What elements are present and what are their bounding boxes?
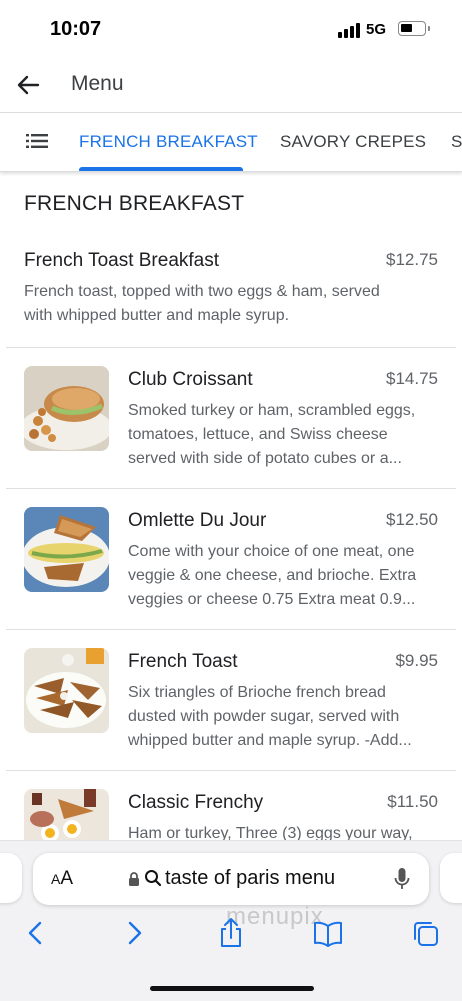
description-line: French toast, topped with two eggs & ham… <box>24 283 380 300</box>
description-line: Ham or turkey, Three (3) eggs your way, <box>128 825 413 840</box>
item-price: $12.50 <box>386 510 438 529</box>
search-icon <box>145 870 162 887</box>
menu-item[interactable]: Omlette Du Jour $12.50 Come with your ch… <box>0 489 462 629</box>
status-bar: 10:07 5G <box>0 0 462 60</box>
section-title: FRENCH BREAKFAST <box>24 192 245 215</box>
forward-chevron-icon[interactable] <box>120 917 150 949</box>
category-tabs: FRENCH BREAKFAST SAVORY CREPES SW <box>0 112 462 172</box>
croissant-sandwich-photo <box>24 366 109 451</box>
menu-item[interactable]: Classic Frenchy $11.50 Ham or turkey, Th… <box>0 771 462 840</box>
description-line: Come with your choice of one meat, one <box>128 543 415 560</box>
item-name: Classic Frenchy <box>128 792 264 813</box>
microphone-icon[interactable] <box>393 867 411 891</box>
back-button[interactable] <box>14 70 44 100</box>
menu-item[interactable]: Club Croissant $14.75 Smoked turkey or h… <box>0 348 462 488</box>
item-name: French Toast <box>128 651 238 672</box>
address-bar[interactable]: AA taste of paris menu <box>33 853 429 905</box>
description-line: veggies or cheese 0.75 Extra meat 0.9... <box>128 591 416 608</box>
page-title: Menu <box>71 72 124 95</box>
item-description: Six triangles of Brioche french bread du… <box>128 681 438 753</box>
item-description: French toast, topped with two eggs & ham… <box>24 280 444 328</box>
description-line: veggie & one cheese, and brioche. Extra <box>128 567 417 584</box>
item-price: $11.50 <box>387 792 438 811</box>
battery-icon <box>398 21 426 36</box>
description-line: with whipped butter and maple syrup. <box>24 307 290 324</box>
previous-tab-pill[interactable] <box>0 853 22 903</box>
reader-settings-button[interactable]: AA <box>51 868 73 890</box>
menu-item[interactable]: French Toast $9.95 Six triangles of Brio… <box>0 630 462 770</box>
item-description: Smoked turkey or ham, scrambled eggs, to… <box>128 399 438 471</box>
app-header: Menu <box>0 60 462 112</box>
item-price: $9.95 <box>395 651 438 670</box>
bookmarks-icon[interactable] <box>313 917 343 949</box>
battery-tip <box>428 26 430 31</box>
description-line: dusted with powder sugar, served with <box>128 708 400 725</box>
item-description: Ham or turkey, Three (3) eggs your way, <box>128 822 438 840</box>
description-line: Smoked turkey or ham, scrambled eggs, <box>128 402 416 419</box>
back-chevron-icon[interactable] <box>22 917 52 949</box>
item-name: French Toast Breakfast <box>24 250 220 271</box>
share-icon[interactable] <box>216 917 246 949</box>
description-line: whipped butter and maple syrup. -Add... <box>128 732 412 749</box>
aa-small-letter: A <box>51 871 61 887</box>
tab-next-category[interactable]: SW <box>451 132 462 152</box>
description-line: Six triangles of Brioche french bread <box>128 684 386 701</box>
signal-icon <box>338 22 362 38</box>
item-name: Omlette Du Jour <box>128 510 267 531</box>
item-description: Come with your choice of one meat, one v… <box>128 540 438 612</box>
aa-big-letter: A <box>60 868 74 889</box>
home-indicator <box>150 986 314 991</box>
active-tab-indicator <box>79 167 243 171</box>
list-icon[interactable] <box>26 133 48 149</box>
item-price: $14.75 <box>386 369 438 388</box>
description-line: served with side of potato cubes or a... <box>128 450 402 467</box>
classic-frenchy-photo <box>24 789 109 840</box>
omelette-photo <box>24 507 109 592</box>
address-text: taste of paris menu <box>165 867 336 889</box>
description-line: tomatoes, lettuce, and Swiss cheese <box>128 426 388 443</box>
item-name: Club Croissant <box>128 369 253 390</box>
french-toast-photo <box>24 648 109 733</box>
lock-icon <box>129 872 139 886</box>
tab-french-breakfast[interactable]: FRENCH BREAKFAST <box>79 132 258 152</box>
next-tab-pill[interactable] <box>440 853 462 903</box>
network-label: 5G <box>366 21 387 38</box>
tab-savory-crepes[interactable]: SAVORY CREPES <box>280 132 426 152</box>
browser-toolbar: AA taste of paris menu menupix <box>0 840 462 1001</box>
menu-item[interactable]: French Toast Breakfast $12.75 French toa… <box>0 240 462 347</box>
arrow-left-icon <box>17 75 40 95</box>
item-price: $12.75 <box>386 250 438 269</box>
tabs-icon[interactable] <box>410 917 440 949</box>
status-time: 10:07 <box>50 18 102 40</box>
